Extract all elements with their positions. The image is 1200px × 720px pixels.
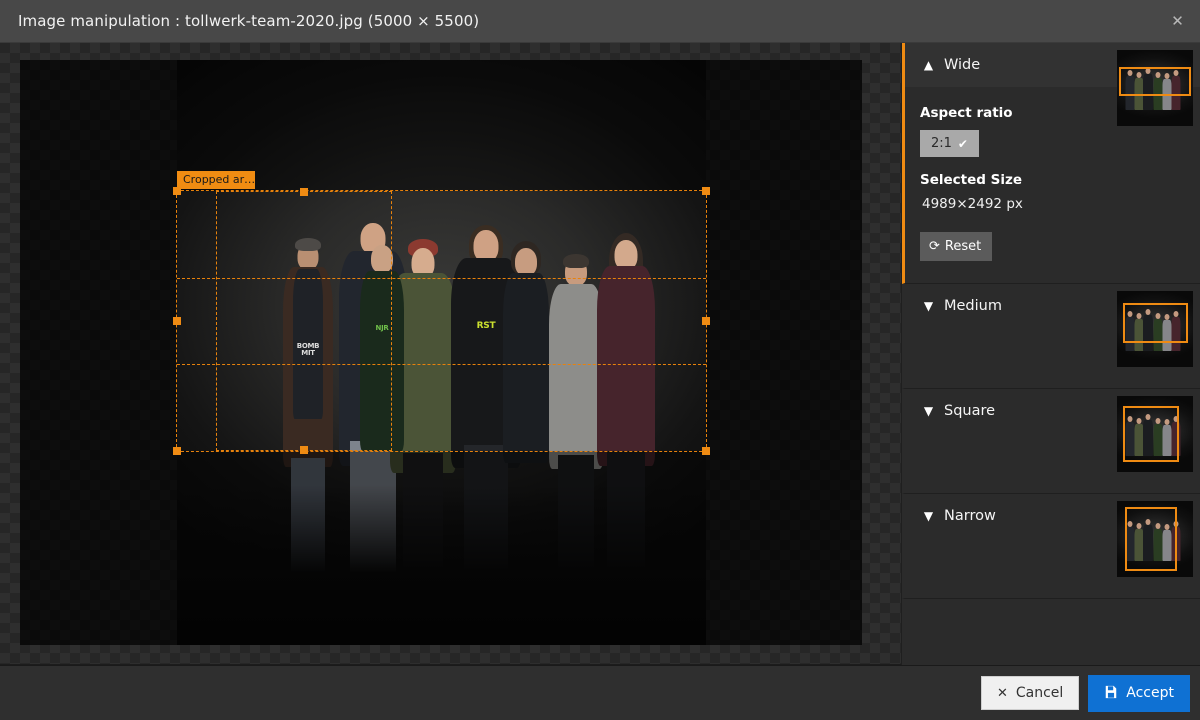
reset-button[interactable]: ⟳ Reset (920, 232, 993, 261)
selected-size-value: 4989×2492 px (922, 196, 1023, 212)
aspect-ratio-button[interactable]: 2:1 ✔ (920, 130, 979, 157)
refresh-icon: ⟳ (929, 239, 940, 254)
crop-handle-top-right[interactable] (702, 187, 710, 195)
image-manipulation-dialog: Image manipulation : tollwerk-team-2020.… (0, 0, 1200, 720)
accept-button-label: Accept (1126, 685, 1174, 701)
crop-handle-left[interactable] (173, 317, 181, 325)
dialog-footer: ✕ Cancel Accept (0, 665, 1200, 720)
preset-thumbnail-medium[interactable] (1117, 291, 1193, 367)
crop-handle-right[interactable] (702, 317, 710, 325)
crop-dim-right (706, 191, 862, 451)
chevron-down-icon: ▼ (923, 404, 934, 418)
crop-handle-bottom-right[interactable] (702, 447, 710, 455)
reset-button-label: Reset (944, 239, 982, 254)
preset-header-medium[interactable]: ▼ Medium (905, 284, 1200, 367)
crop-rectangle[interactable]: Cropped ar… (173, 171, 710, 455)
dialog-body: BOMB MIT NJR RST Cropped ar… ▲ Wide Aspe… (0, 43, 1200, 665)
preset-panel-medium: ▼ Medium (902, 284, 1200, 389)
preset-panel-narrow: ▼ Narrow (902, 494, 1200, 599)
preset-thumbnail-wide[interactable] (1117, 50, 1193, 126)
chevron-down-icon: ▼ (923, 299, 934, 313)
preset-header-wide[interactable]: ▲ Wide (905, 43, 1200, 126)
cancel-button-label: Cancel (1015, 685, 1064, 701)
preset-label-narrow: Narrow (944, 508, 996, 524)
crop-presets-sidebar: ▲ Wide Aspect ratio 2:1 ✔ Selected Size … (901, 43, 1200, 665)
crop-handle-bottom-left[interactable] (173, 447, 181, 455)
preset-thumbnail-square[interactable] (1117, 396, 1193, 472)
image-canvas-area[interactable]: BOMB MIT NJR RST Cropped ar… (0, 43, 901, 665)
chevron-down-icon: ▼ (923, 509, 934, 523)
accept-button[interactable]: Accept (1088, 674, 1190, 712)
preset-selection-box-wide (1119, 67, 1191, 96)
preset-header-square[interactable]: ▼ Square (905, 389, 1200, 472)
crop-area-label: Cropped ar… (177, 171, 255, 189)
close-icon: ✕ (996, 685, 1008, 701)
preset-panel-square: ▼ Square (902, 389, 1200, 494)
check-icon: ✔ (957, 136, 968, 151)
page-title: Image manipulation : tollwerk-team-2020.… (18, 12, 480, 30)
preset-thumbnail-narrow[interactable] (1117, 501, 1193, 577)
save-icon (1104, 685, 1118, 702)
preset-selection-box-narrow (1125, 507, 1177, 571)
preset-label-wide: Wide (944, 57, 981, 73)
titlebar: Image manipulation : tollwerk-team-2020.… (0, 0, 1200, 43)
preset-panel-wide: ▲ Wide Aspect ratio 2:1 ✔ Selected Size … (902, 43, 1200, 284)
close-icon[interactable]: ✕ (1155, 0, 1200, 42)
preset-selection-box-medium (1123, 303, 1188, 343)
preset-label-square: Square (944, 403, 996, 419)
preset-selection-box-square (1123, 406, 1179, 462)
preset-header-narrow[interactable]: ▼ Narrow (905, 494, 1200, 577)
chevron-up-icon: ▲ (923, 58, 934, 72)
preset-label-medium: Medium (944, 298, 1002, 314)
image-canvas[interactable]: BOMB MIT NJR RST Cropped ar… (20, 60, 862, 645)
aspect-ratio-value: 2:1 (931, 136, 952, 151)
cancel-button[interactable]: ✕ Cancel (980, 676, 1080, 710)
crop-handle-top-left[interactable] (173, 187, 181, 195)
crop-dim-left (20, 191, 177, 451)
selected-size-label: Selected Size (920, 172, 1023, 188)
